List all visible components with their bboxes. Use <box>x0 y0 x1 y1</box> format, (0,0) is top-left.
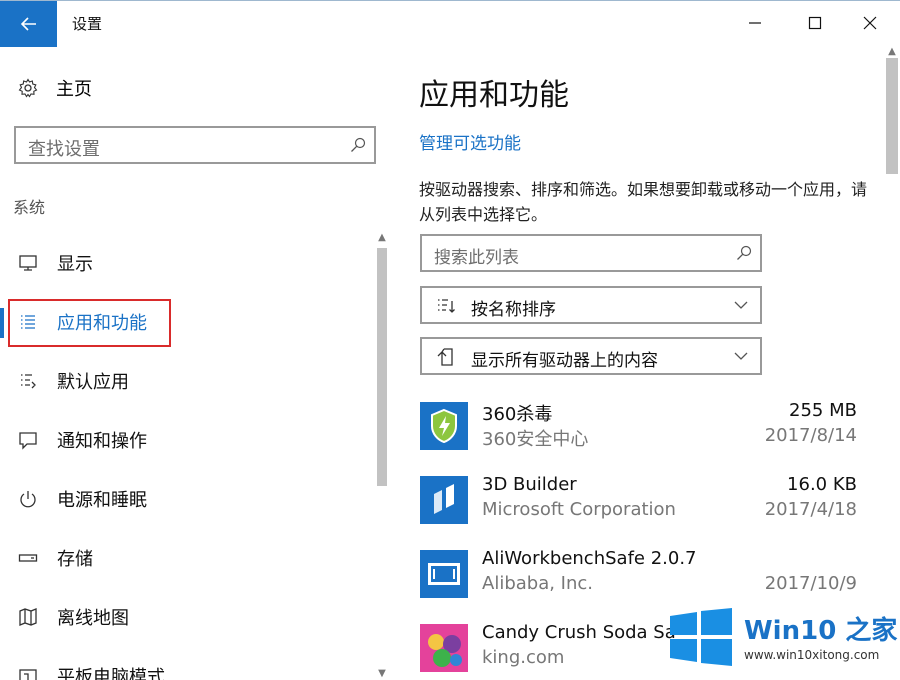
watermark-title: Win10 之家 <box>744 616 898 646</box>
scroll-up-arrow-icon[interactable]: ▲ <box>886 46 898 58</box>
app-size: 255 MB <box>789 400 857 421</box>
active-indicator <box>0 308 4 338</box>
sidebar-item-offline-maps[interactable]: 离线地图 <box>0 595 372 639</box>
sidebar-item-tablet-mode[interactable]: 平板电脑模式 <box>0 654 372 680</box>
app-name: 360杀毒 <box>482 404 553 425</box>
default-apps-icon <box>21 374 36 389</box>
scroll-up-arrow-icon[interactable]: ▲ <box>376 232 388 244</box>
app-publisher: king.com <box>482 647 565 668</box>
windows-logo-icon <box>670 608 732 666</box>
list-search-input[interactable]: 搜索此列表 <box>420 234 762 272</box>
app-date: 2017/10/9 <box>764 573 857 594</box>
360-antivirus-app-icon <box>420 402 468 450</box>
home-label: 主页 <box>56 79 92 100</box>
candy-crush-app-icon <box>420 624 468 672</box>
main-scrollbar[interactable]: ▲ <box>884 46 900 680</box>
gear-icon <box>18 78 38 98</box>
page-title: 应用和功能 <box>419 78 569 113</box>
sidebar-item-default-apps[interactable]: 默认应用 <box>0 359 372 403</box>
sidebar-item-label: 默认应用 <box>57 372 129 393</box>
app-date: 2017/8/14 <box>764 425 857 446</box>
settings-search-input[interactable]: 查找设置 <box>14 126 376 164</box>
storage-icon <box>18 554 38 562</box>
back-arrow-icon <box>20 17 36 31</box>
app-name: AliWorkbenchSafe 2.0.7 <box>482 548 697 569</box>
minimize-icon <box>749 22 761 24</box>
sidebar-scrollbar[interactable]: ▲ ▼ <box>374 232 390 680</box>
monitor-icon <box>19 255 37 271</box>
sidebar-item-label: 存储 <box>57 549 93 570</box>
title-bar: 设置 <box>0 0 900 47</box>
watermark-url: www.win10xitong.com <box>744 648 880 662</box>
app-publisher: Microsoft Corporation <box>482 499 676 520</box>
sort-dropdown[interactable]: 按名称排序 <box>420 286 762 324</box>
sort-icon <box>438 299 455 313</box>
maximize-icon <box>808 16 822 30</box>
section-label-system: 系统 <box>13 198 46 217</box>
aliworkbench-app-icon <box>420 550 468 598</box>
notification-icon <box>19 432 37 450</box>
description-text: 按驱动器搜索、排序和筛选。如果想要卸载或移动一个应用，请从列表中选择它。 <box>419 180 868 224</box>
app-size: 16.0 KB <box>787 474 857 495</box>
drive-filter-label: 显示所有驱动器上的内容 <box>471 351 658 371</box>
main-content: 应用和功能 管理可选功能 按驱动器搜索、排序和筛选。如果想要卸载或移动一个应用，… <box>392 46 900 680</box>
drive-filter-icon <box>437 348 453 366</box>
sidebar: 主页 查找设置 系统 显示 应用和功能 默认应用 通知和操作 电源和睡眠 存储 … <box>0 46 392 680</box>
sidebar-item-label: 电源和睡眠 <box>57 490 147 511</box>
watermark: Win10 之家 www.win10xitong.com <box>668 608 898 668</box>
sidebar-item-label: 通知和操作 <box>57 431 147 452</box>
settings-search-placeholder: 查找设置 <box>28 139 100 160</box>
minimize-button[interactable] <box>730 5 780 41</box>
app-list-item[interactable]: 3D Builder Microsoft Corporation 16.0 KB… <box>420 472 860 532</box>
app-publisher: Alibaba, Inc. <box>482 573 594 594</box>
chevron-down-icon <box>734 352 748 360</box>
app-name: Candy Crush Soda Sa <box>482 622 676 643</box>
sidebar-item-power[interactable]: 电源和睡眠 <box>0 477 372 521</box>
app-date: 2017/4/18 <box>764 499 857 520</box>
sidebar-item-notifications[interactable]: 通知和操作 <box>0 418 372 462</box>
sidebar-item-display[interactable]: 显示 <box>0 241 372 285</box>
tablet-icon <box>19 669 37 680</box>
manage-optional-features-link[interactable]: 管理可选功能 <box>419 129 521 154</box>
sidebar-home[interactable]: 主页 <box>18 76 92 100</box>
back-button[interactable] <box>0 1 57 47</box>
app-name: 3D Builder <box>482 474 577 495</box>
list-search-placeholder: 搜索此列表 <box>434 248 519 268</box>
power-icon <box>20 491 36 508</box>
sidebar-item-label: 离线地图 <box>57 608 129 629</box>
3d-builder-app-icon <box>420 476 468 524</box>
close-button[interactable] <box>845 5 895 41</box>
sort-dropdown-label: 按名称排序 <box>471 300 556 320</box>
chevron-down-icon <box>734 301 748 309</box>
drive-filter-dropdown[interactable]: 显示所有驱动器上的内容 <box>420 337 762 375</box>
main-scroll-thumb[interactable] <box>886 58 898 174</box>
app-publisher: 360安全中心 <box>482 429 589 450</box>
search-icon <box>737 245 752 260</box>
sidebar-item-label: 平板电脑模式 <box>57 667 165 680</box>
sidebar-item-storage[interactable]: 存储 <box>0 536 372 580</box>
maximize-button[interactable] <box>790 5 840 41</box>
window-title: 设置 <box>72 15 103 33</box>
red-highlight-box <box>8 299 171 347</box>
map-icon <box>19 608 37 626</box>
app-list-item[interactable]: AliWorkbenchSafe 2.0.7 Alibaba, Inc. 201… <box>420 546 860 606</box>
app-list-item[interactable]: 360杀毒 360安全中心 255 MB 2017/8/14 <box>420 398 860 458</box>
scroll-down-arrow-icon[interactable]: ▼ <box>376 668 388 680</box>
sidebar-scroll-thumb[interactable] <box>377 248 387 486</box>
close-icon <box>863 16 877 30</box>
search-icon <box>351 137 366 152</box>
sidebar-item-label: 显示 <box>57 254 93 275</box>
